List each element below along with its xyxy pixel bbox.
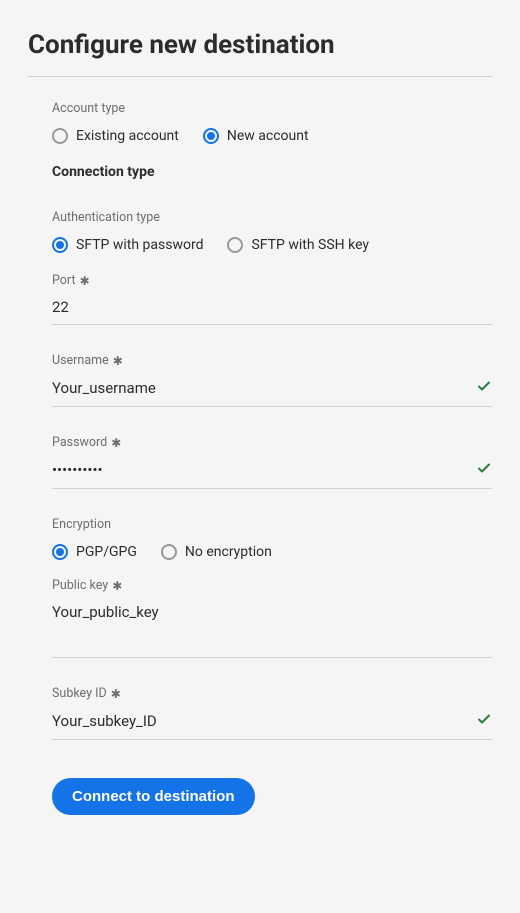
encryption-label: Encryption [52, 517, 492, 532]
divider [52, 657, 492, 658]
radio-icon [161, 544, 177, 560]
port-label: Port ✱ [52, 273, 492, 288]
public-key-input[interactable] [52, 603, 492, 621]
username-field: Username ✱ [52, 353, 492, 407]
required-icon: ✱ [113, 354, 123, 368]
radio-icon [227, 237, 243, 253]
required-icon: ✱ [111, 436, 121, 450]
radio-icon-selected [52, 544, 68, 560]
radio-label: SFTP with password [76, 237, 203, 253]
auth-sftp-password[interactable]: SFTP with password [52, 237, 203, 253]
checkmark-icon [476, 711, 492, 731]
page-title: Configure new destination [28, 30, 492, 60]
radio-label: PGP/GPG [76, 544, 137, 560]
radio-icon-selected [203, 128, 219, 144]
port-field: Port ✱ [52, 273, 492, 325]
encryption-field: Encryption PGP/GPG No encryption [52, 517, 492, 560]
connect-button[interactable]: Connect to destination [52, 778, 255, 815]
authentication-type-label: Authentication type [52, 210, 492, 225]
password-input[interactable] [52, 461, 468, 479]
required-icon: ✱ [80, 274, 90, 288]
password-label: Password ✱ [52, 435, 492, 450]
required-icon: ✱ [112, 579, 122, 593]
radio-icon-selected [52, 237, 68, 253]
account-type-new[interactable]: New account [203, 128, 309, 144]
radio-label: Existing account [76, 128, 179, 144]
encryption-none[interactable]: No encryption [161, 544, 272, 560]
account-type-existing[interactable]: Existing account [52, 128, 179, 144]
username-label: Username ✱ [52, 353, 492, 368]
account-type-radio-group: Existing account New account [52, 128, 492, 144]
authentication-type-radio-group: SFTP with password SFTP with SSH key [52, 237, 492, 253]
radio-icon [52, 128, 68, 144]
checkmark-icon [476, 378, 492, 398]
subkey-id-input[interactable] [52, 712, 468, 730]
required-icon: ✱ [111, 687, 121, 701]
radio-label: New account [227, 128, 309, 144]
public-key-label: Public key ✱ [52, 578, 492, 593]
account-type-label: Account type [52, 101, 492, 116]
radio-label: SFTP with SSH key [251, 237, 369, 253]
username-input[interactable] [52, 379, 468, 397]
connection-type-title: Connection type [52, 164, 492, 180]
port-input[interactable] [52, 298, 492, 316]
subkey-id-field: Subkey ID ✱ [52, 686, 492, 740]
checkmark-icon [476, 460, 492, 480]
public-key-field: Public key ✱ [52, 578, 492, 629]
password-field: Password ✱ [52, 435, 492, 489]
encryption-pgp[interactable]: PGP/GPG [52, 544, 137, 560]
title-divider [28, 76, 492, 77]
subkey-id-label: Subkey ID ✱ [52, 686, 492, 701]
auth-sftp-ssh[interactable]: SFTP with SSH key [227, 237, 369, 253]
radio-label: No encryption [185, 544, 272, 560]
